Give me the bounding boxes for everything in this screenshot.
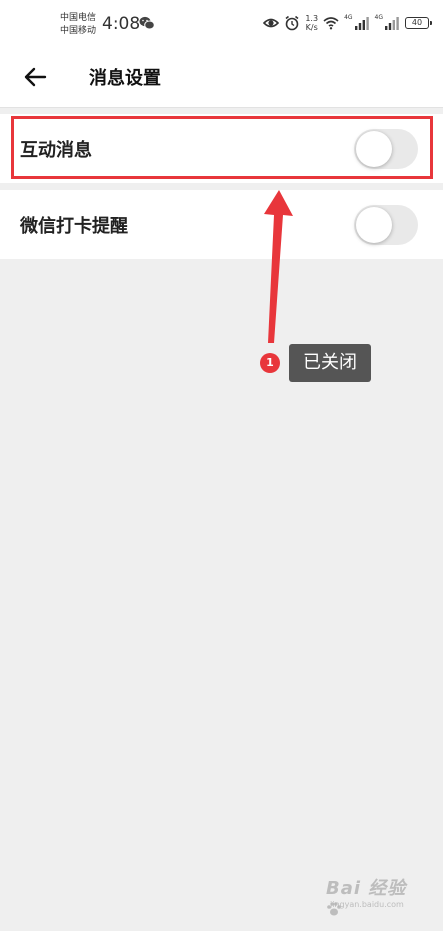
carrier-2: 中国移动 bbox=[60, 26, 97, 36]
wechat-checkin-reminder-toggle[interactable] bbox=[354, 204, 418, 245]
battery-icon: 40 bbox=[405, 17, 432, 29]
annotation-highlight-box bbox=[11, 116, 433, 179]
toggle-knob bbox=[356, 206, 392, 243]
net-speed-value: 1.3 bbox=[305, 14, 319, 23]
annotation-badge: 1 bbox=[260, 353, 280, 373]
signal-icon bbox=[354, 17, 369, 30]
status-time: 4:08 bbox=[102, 14, 141, 34]
page-title: 消息设置 bbox=[89, 68, 161, 89]
net-speed: 1.3 K/s bbox=[305, 14, 318, 32]
alarm-icon bbox=[285, 15, 299, 31]
carrier-info: 中国电信 中国移动 bbox=[60, 12, 96, 38]
back-button[interactable] bbox=[18, 62, 52, 92]
watermark-main: Bai 经验 bbox=[326, 878, 407, 899]
watermark-sub: jingyan.baidu.com bbox=[330, 900, 404, 909]
signal-2-label: 4G bbox=[374, 14, 383, 21]
signal-1-label: 4G bbox=[344, 14, 353, 21]
back-arrow-icon bbox=[24, 67, 47, 87]
baidu-jingyan-watermark: Bai 经验 jingyan.baidu.com bbox=[326, 874, 426, 920]
status-icons: 1.3 K/s 4G 4G 40 bbox=[263, 13, 432, 33]
signal-icon bbox=[385, 17, 399, 30]
net-speed-unit: K/s bbox=[305, 23, 318, 32]
wechat-icon bbox=[139, 16, 155, 30]
wifi-icon bbox=[323, 17, 339, 30]
status-bar: 中国电信 中国移动 4:08 1.3 K/s 4G 4G 40 bbox=[0, 0, 443, 46]
app-header: 消息设置 bbox=[0, 46, 443, 108]
carrier-1: 中国电信 bbox=[60, 13, 97, 23]
eye-icon bbox=[263, 18, 280, 28]
setting-row-wechat-checkin-reminder: 微信打卡提醒 bbox=[0, 190, 443, 259]
setting-label: 微信打卡提醒 bbox=[20, 215, 128, 237]
battery-level: 40 bbox=[411, 18, 423, 27]
annotation-callout: 已关闭 bbox=[289, 344, 371, 382]
